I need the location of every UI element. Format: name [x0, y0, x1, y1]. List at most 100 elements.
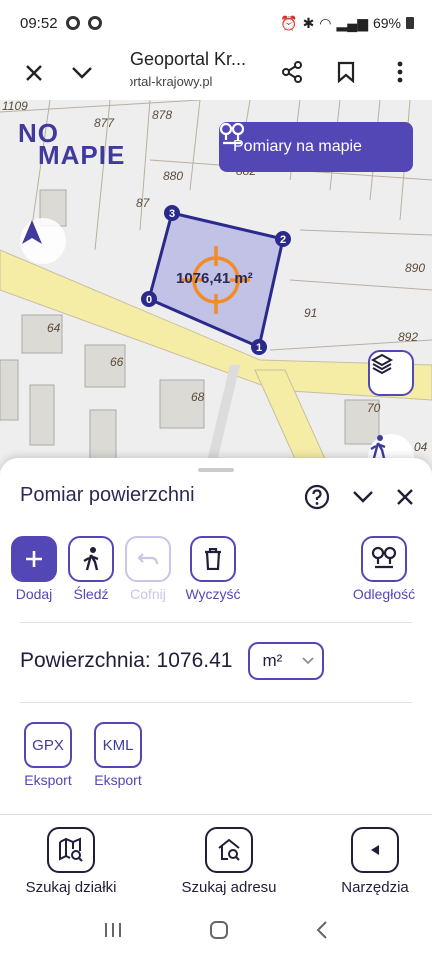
triangle-left-icon: [371, 845, 379, 855]
close-tab-button[interactable]: [10, 49, 58, 97]
gpx-format: GPX: [24, 722, 72, 768]
divider: [20, 622, 412, 623]
add-point-tool[interactable]: Dodaj: [2, 536, 66, 602]
bookmark-icon: [337, 61, 355, 83]
bluetooth-icon: ✱: [302, 14, 315, 31]
measure-pin-icon: [219, 122, 245, 145]
walk-icon: [370, 435, 386, 459]
undo-tool[interactable]: Cofnij: [116, 536, 180, 602]
unit-value: m²: [262, 651, 283, 670]
recent-apps-icon: [105, 922, 121, 937]
measurements-label: Pomiary na mapie: [233, 138, 362, 155]
system-navigation-bar: [0, 904, 432, 960]
status-bar: 09:52 ⏰ ✱ ◠ ▂▄▆ 69%: [0, 0, 432, 46]
recent-apps-button[interactable]: [103, 921, 123, 944]
svg-text:66: 66: [110, 355, 124, 369]
close-panel-button[interactable]: [396, 488, 414, 511]
map-area-overlay: 1076,41 m²: [176, 270, 253, 287]
svg-text:880: 880: [163, 169, 183, 183]
svg-text:87: 87: [136, 196, 151, 210]
trash-icon: [205, 548, 221, 570]
north-arrow-icon: [22, 220, 42, 244]
home-search-icon: [218, 838, 240, 861]
measurements-on-map-button[interactable]: Pomiary na mapie: [219, 122, 413, 172]
divider: [20, 702, 412, 703]
map-view[interactable]: 0 1 2 3 1109 877 878 880 882 885 87 890 …: [0, 100, 432, 470]
page-title-block[interactable]: Geoportal Kr... ortal-krajowy.pl: [130, 46, 280, 92]
svg-text:64: 64: [47, 321, 61, 335]
help-icon: [304, 484, 330, 510]
track-tool[interactable]: Śledź: [59, 536, 123, 602]
undo-icon: [137, 553, 159, 565]
distance-label: Odległość: [352, 586, 416, 602]
svg-text:70: 70: [367, 401, 381, 415]
search-address-label: Szukaj adresu: [181, 879, 277, 896]
clear-label: Wyczyść: [185, 586, 241, 602]
home-icon: [210, 920, 228, 939]
vertex-0-label: 0: [146, 294, 152, 306]
unit-select[interactable]: m²: [248, 642, 325, 680]
expand-button[interactable]: [58, 49, 106, 97]
chevron-down-icon: [302, 657, 315, 665]
svg-text:878: 878: [152, 108, 172, 122]
panel-title: Pomiar powierzchni: [20, 484, 195, 506]
undo-label: Cofnij: [130, 586, 166, 602]
more-menu-button[interactable]: [376, 48, 424, 96]
wifi-icon: ◠: [319, 14, 332, 31]
building: [29, 384, 55, 446]
export-gpx-button[interactable]: GPX Eksport: [18, 722, 78, 788]
bookmark-button[interactable]: [322, 48, 370, 96]
building: [89, 409, 117, 466]
status-time: 09:52: [20, 14, 58, 32]
notification-icon-2: [87, 16, 102, 30]
area-measurement-panel: Pomiar powierzchni Dodaj Śledź Cofnij Wy…: [0, 458, 432, 814]
browser-toolbar: Geoportal Kr... ortal-krajowy.pl: [0, 46, 432, 100]
svg-text:892: 892: [398, 330, 418, 344]
page-url: ortal-krajowy.pl: [130, 74, 213, 89]
svg-text:890: 890: [405, 261, 425, 275]
nomapie-logo: NO MAPIE: [18, 118, 126, 170]
home-button[interactable]: [209, 920, 229, 945]
clear-tool[interactable]: Wyczyść: [181, 536, 245, 602]
search-address-button[interactable]: Szukaj adresu: [174, 827, 284, 896]
track-label: Śledź: [73, 586, 109, 602]
battery-icon: [406, 17, 414, 29]
plus-icon: [26, 551, 42, 567]
export-kml-label: Eksport: [94, 772, 142, 788]
layers-icon: [370, 353, 394, 375]
search-parcel-button[interactable]: Szukaj działki: [18, 827, 124, 896]
alarm-icon: ⏰: [280, 14, 298, 31]
signal-icon: ▂▄▆: [336, 14, 368, 31]
close-icon: [397, 489, 413, 505]
vertex-1-label: 1: [256, 342, 262, 354]
battery-level: 69%: [372, 15, 401, 31]
measure-pin-icon: [371, 546, 397, 569]
vertex-2-label: 2: [280, 234, 286, 246]
export-kml-button[interactable]: KML Eksport: [88, 722, 148, 788]
tools-label: Narzędzia: [341, 879, 409, 896]
collapse-panel-button[interactable]: [352, 490, 374, 509]
building: [159, 379, 205, 429]
layers-button[interactable]: [368, 350, 414, 396]
svg-text:91: 91: [304, 306, 317, 320]
compass-button[interactable]: [20, 218, 66, 264]
page-title: Geoportal Kr...: [130, 49, 247, 69]
tools-button[interactable]: Narzędzia: [334, 827, 416, 896]
close-icon: [26, 65, 42, 81]
vertex-3-label: 3: [169, 208, 175, 220]
distance-tool[interactable]: Odległość: [352, 536, 416, 602]
chevron-down-icon: [353, 491, 373, 503]
bottom-navigation: Szukaj działki Szukaj adresu Narzędzia: [0, 814, 432, 904]
notification-icon: [65, 16, 80, 30]
kml-format: KML: [94, 722, 142, 768]
back-button[interactable]: [315, 920, 329, 945]
svg-text:04: 04: [414, 440, 428, 454]
more-vert-icon: [397, 61, 403, 83]
share-button[interactable]: [268, 48, 316, 96]
help-button[interactable]: [304, 484, 330, 515]
walk-icon: [83, 547, 99, 571]
drag-handle[interactable]: [198, 468, 234, 472]
add-label: Dodaj: [15, 586, 53, 602]
area-value: Powierzchnia: 1076.41: [20, 649, 233, 672]
building: [0, 359, 19, 421]
